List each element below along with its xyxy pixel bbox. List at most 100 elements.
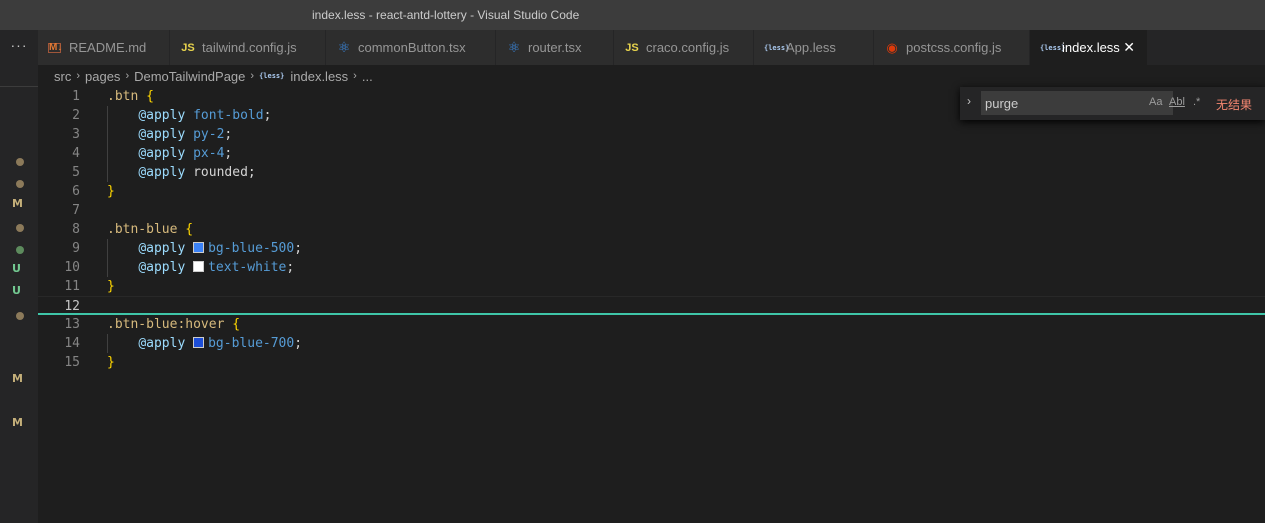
line-number: 3 xyxy=(72,127,80,142)
tab-label: router.tsx xyxy=(528,40,582,55)
tab-postcss-config-js[interactable]: ◉ postcss.config.js xyxy=(874,30,1030,65)
code-token: ; xyxy=(263,108,272,123)
code-token: px-4 xyxy=(193,146,225,161)
color-swatch[interactable] xyxy=(193,242,205,253)
tab-craco-config-js[interactable]: JS craco.config.js xyxy=(614,30,754,65)
git-status-dot xyxy=(16,312,24,320)
title-bar: index.less - react-antd-lottery - Visual… xyxy=(0,0,1265,30)
breadcrumb-separator: › xyxy=(250,70,255,82)
code-token: ; xyxy=(224,127,233,142)
breadcrumb-separator: › xyxy=(353,70,357,82)
code-line: 9 @apply bg-blue-500; xyxy=(38,239,1265,258)
code-line: 4 @apply px-4; xyxy=(38,144,1265,163)
code-line: 6} xyxy=(38,182,1265,201)
git-status-m: M xyxy=(12,416,23,429)
git-status-m: M xyxy=(12,197,23,210)
divider xyxy=(0,86,38,87)
react-icon: ⚛ xyxy=(507,39,521,55)
code-token: ; xyxy=(224,146,233,161)
find-input-box: Aa Abl .* xyxy=(981,91,1200,115)
match-whole-word-button[interactable]: Abl xyxy=(1169,96,1185,108)
tab-label: postcss.config.js xyxy=(906,40,1002,55)
code-line: 12 xyxy=(38,296,1265,315)
code-line: 8 .btn-blue { xyxy=(38,220,1265,239)
line-number: 8 xyxy=(72,222,80,237)
code-token: py-2 xyxy=(193,127,225,142)
code-token: } xyxy=(107,279,115,294)
code-token: { xyxy=(146,89,154,104)
tab-bar: ··· M↓ README.md JS tailwind.config.js ⚛ comm… xyxy=(0,30,1265,65)
code-text: @apply bg-blue-500; xyxy=(107,239,302,258)
line-number: 9 xyxy=(72,241,80,256)
breadcrumb-item[interactable]: ... xyxy=(362,69,373,84)
line-number: 12 xyxy=(64,299,80,314)
toggle-replace-chevron-icon[interactable]: › xyxy=(967,94,971,108)
line-number: 11 xyxy=(64,279,80,294)
code-line: 13 .btn-blue:hover { xyxy=(38,315,1265,334)
tab-commonbutton-tsx[interactable]: ⚛ commonButton.tsx xyxy=(326,30,496,65)
code-token: ; xyxy=(286,260,295,275)
match-case-button[interactable]: Aa xyxy=(1149,96,1162,108)
code-token: ; xyxy=(294,241,303,256)
javascript-icon: JS xyxy=(625,41,639,54)
less-icon: {less} xyxy=(764,43,790,52)
code-line: 11} xyxy=(38,277,1265,296)
git-status-dot xyxy=(16,246,24,254)
code-text: @apply px-4; xyxy=(107,144,232,163)
line-number: 4 xyxy=(72,146,80,161)
code-text: .btn { xyxy=(107,87,154,106)
breadcrumb-item[interactable]: pages xyxy=(85,69,120,84)
breadcrumb-item[interactable]: index.less xyxy=(290,69,348,84)
tab-label: index.less xyxy=(1062,40,1120,55)
code-text: @apply font-bold; xyxy=(107,106,271,125)
code-text: .btn-blue:hover { xyxy=(107,315,240,334)
tab-router-tsx[interactable]: ⚛ router.tsx xyxy=(496,30,614,65)
breadcrumb-separator: › xyxy=(125,70,130,82)
color-swatch[interactable] xyxy=(193,261,205,272)
code-token: } xyxy=(107,355,115,370)
code-token: @apply xyxy=(138,260,186,275)
code-line: 7 xyxy=(38,201,1265,220)
tab-index-less[interactable]: {less} index.less ✕ xyxy=(1030,30,1148,65)
line-number: 10 xyxy=(64,260,80,275)
code-text: @apply rounded; xyxy=(107,163,255,182)
tab-readme-md[interactable]: M↓ README.md xyxy=(38,30,170,65)
code-editor[interactable]: 1 .btn {2 @apply font-bold; 3 @apply py-2;… xyxy=(38,87,1265,523)
color-swatch[interactable] xyxy=(193,337,205,348)
code-token: @apply xyxy=(138,146,186,161)
line-number: 2 xyxy=(72,108,80,123)
tab-label: craco.config.js xyxy=(646,40,730,55)
code-token: @apply xyxy=(138,336,186,351)
code-line: 15} xyxy=(38,353,1265,372)
editor-tabs: M↓ README.md JS tailwind.config.js ⚛ commonBu… xyxy=(38,30,1148,65)
code-token: } xyxy=(107,184,115,199)
git-status-dot xyxy=(16,180,24,188)
javascript-icon: JS xyxy=(181,41,195,54)
code-token: bg-blue-700 xyxy=(208,336,295,351)
breadcrumb-separator: › xyxy=(76,70,81,82)
use-regex-button[interactable]: .* xyxy=(1193,96,1200,108)
less-icon: {less} xyxy=(259,72,285,80)
code-token: ; xyxy=(294,336,303,351)
code-text: .btn-blue { xyxy=(107,220,193,239)
code-token: @apply xyxy=(138,165,186,180)
tab-app-less[interactable]: {less} App.less xyxy=(754,30,874,65)
more-actions-button[interactable]: ··· xyxy=(0,30,38,65)
breadcrumb-item[interactable]: src xyxy=(54,69,71,84)
code-token: bg-blue-500 xyxy=(208,241,295,256)
find-result-status: 无结果 xyxy=(1216,98,1253,112)
close-icon[interactable]: ✕ xyxy=(1123,39,1135,56)
breadcrumb-item[interactable]: DemoTailwindPage xyxy=(134,69,245,84)
code-text: @apply text-white; xyxy=(107,258,294,277)
line-number: 7 xyxy=(72,203,80,218)
tab-tailwind-config-js[interactable]: JS tailwind.config.js xyxy=(170,30,326,65)
code-line: 14 @apply bg-blue-700; xyxy=(38,334,1265,353)
find-input[interactable] xyxy=(985,94,1135,112)
